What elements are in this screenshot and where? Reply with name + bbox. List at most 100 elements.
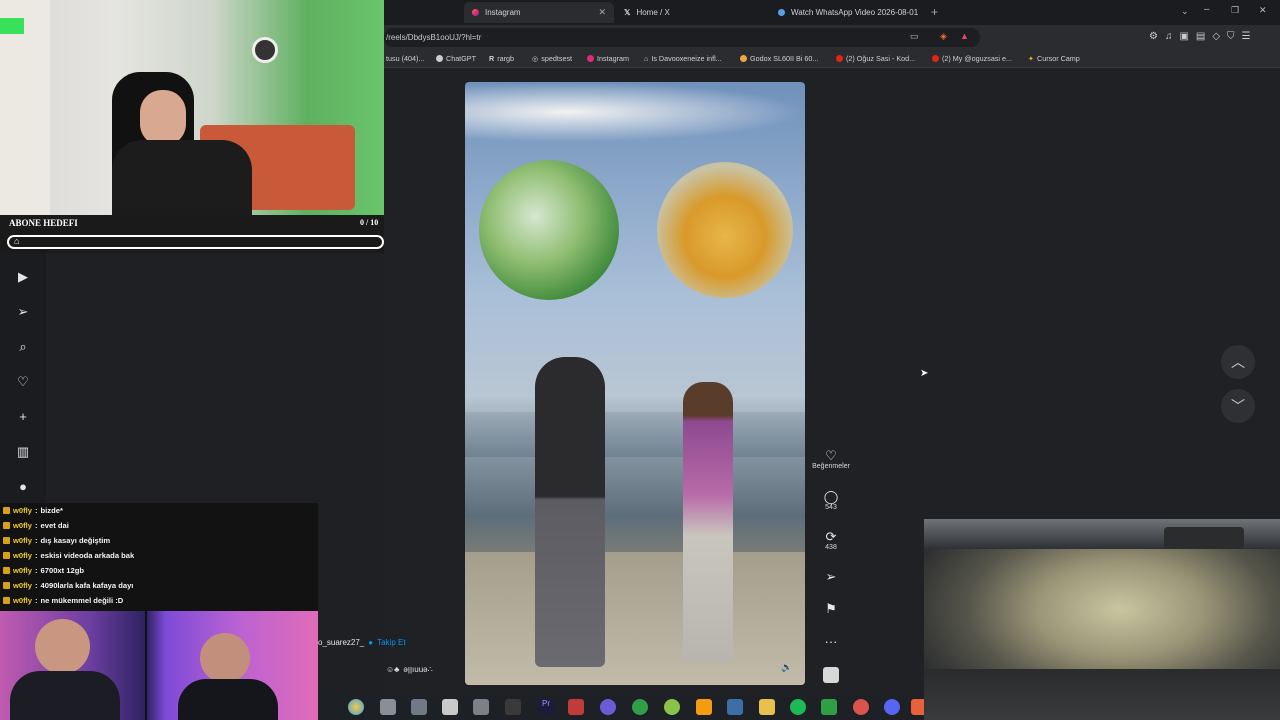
previous-reel-button[interactable]: ︿ xyxy=(1221,345,1255,379)
next-reel-button[interactable]: ﹀ xyxy=(1221,389,1255,423)
new-tab-button[interactable]: + xyxy=(931,5,938,19)
audio-thumbnail-icon xyxy=(823,667,839,683)
like-button[interactable]: ♡ Beğenmeler xyxy=(810,448,852,470)
bookmark-item[interactable]: tusu (404)... xyxy=(386,54,424,63)
chevron-up-icon: ︿ xyxy=(1231,354,1245,370)
instagram-icon xyxy=(587,55,594,62)
discord-icon[interactable] xyxy=(884,699,900,715)
tab-list-icon[interactable]: ⌄ xyxy=(1181,6,1189,17)
avatar-icon[interactable]: ● xyxy=(12,479,34,494)
bookmark-item[interactable]: ChatGPT xyxy=(436,54,476,63)
chat-message: w0fly: evet dai xyxy=(3,521,69,530)
chat-message: w0fly: dış kasayı değiştim xyxy=(3,536,110,545)
streamer-webcam xyxy=(0,0,384,215)
start-button-icon[interactable] xyxy=(348,699,364,715)
streamer-head xyxy=(140,90,186,146)
bookmark-label: Instagram xyxy=(597,54,629,63)
folder-icon[interactable] xyxy=(759,699,775,715)
r-icon: R xyxy=(489,54,495,63)
app-icon[interactable] xyxy=(568,699,584,715)
premiere-icon[interactable]: Pr xyxy=(538,699,554,715)
send-icon[interactable]: ➢ xyxy=(12,304,34,320)
close-window-button[interactable]: ✕ xyxy=(1259,5,1267,16)
xbox-icon[interactable] xyxy=(632,699,648,715)
follow-button[interactable]: Takip Et xyxy=(377,638,405,647)
save-button[interactable]: ⚑ xyxy=(810,601,852,616)
chat-message: w0fly:4090larla kafa kafaya dayı xyxy=(3,581,133,590)
app-icon[interactable] xyxy=(696,699,712,715)
plus-icon[interactable]: + xyxy=(12,409,34,424)
chat-user: w0fly xyxy=(13,566,32,575)
comment-button[interactable]: ◯ 543 xyxy=(810,489,852,511)
reel-video[interactable]: 🔈 xyxy=(465,82,805,685)
restore-button[interactable]: ❐ xyxy=(1231,5,1239,16)
app-icon[interactable] xyxy=(853,699,869,715)
bookmark-item[interactable]: Godox SL60II Bi 60... xyxy=(740,54,818,63)
bookmark-icon: ⚑ xyxy=(825,601,837,616)
reels-icon[interactable]: ▶ xyxy=(12,269,34,285)
address-bar[interactable]: /reels/DbdysB1ooUJ/?hl=tr ▭ ◈ ▲ xyxy=(384,28,980,47)
badge-icon xyxy=(3,567,10,574)
heart-icon[interactable]: ♡ xyxy=(12,374,34,390)
github-icon: ◎ xyxy=(532,54,539,63)
send-icon: ➢ xyxy=(825,569,837,584)
stats-icon[interactable]: ▥ xyxy=(12,444,34,460)
chat-text: eskisi videoda arkada bak xyxy=(40,551,135,560)
app-icon[interactable] xyxy=(380,699,396,715)
app-icon[interactable] xyxy=(664,699,680,715)
close-tab-icon[interactable]: ✕ xyxy=(598,7,606,18)
reel-caption[interactable]: ☺♣ ǝןןıuuǝ∴ xyxy=(386,665,433,674)
emoji-icons: ☺♣ xyxy=(386,665,400,674)
x-icon: 𝕏 xyxy=(624,8,631,17)
bookmark-label: Is Davooxeneize infl... xyxy=(651,54,722,63)
app-icon[interactable] xyxy=(442,699,458,715)
app-icon[interactable] xyxy=(821,699,837,715)
more-button[interactable]: ··· xyxy=(810,634,852,649)
toolbar-extension-icons[interactable]: ⚙♫▣▤◇⛉☰ xyxy=(1149,31,1258,42)
chat-message: w0fly: ne mükemmel değili :D xyxy=(3,596,123,605)
mute-icon[interactable]: 🔈 xyxy=(781,662,792,673)
more-icon: ··· xyxy=(824,634,838,649)
app-icon[interactable] xyxy=(600,699,616,715)
share-button[interactable]: ➢ xyxy=(810,569,852,584)
chat-user: w0fly xyxy=(13,536,32,545)
minimize-button[interactable]: – xyxy=(1204,4,1210,15)
chat-text: evet dai xyxy=(40,521,69,530)
bookmark-item[interactable]: Instagram xyxy=(587,54,629,63)
instagram-sidebar: ▶ ➢ ⌕ ♡ + ▥ ● xyxy=(0,253,46,503)
tab-whatsapp-video[interactable]: Watch WhatsApp Video 2026-08-01 xyxy=(770,2,930,23)
browser-tab-bar: Instagram ✕ 𝕏 Home / X Watch WhatsApp Vi… xyxy=(384,0,1280,25)
app-icon[interactable] xyxy=(473,699,489,715)
bookmark-item[interactable]: Rrargb xyxy=(489,54,514,63)
bookmark-item[interactable]: (2) My @oguzsasi e... xyxy=(932,54,1012,63)
brave-shield-icon[interactable]: ◈ xyxy=(940,31,947,42)
bookmark-item[interactable]: ⌂ Is Davooxeneize infl... xyxy=(644,54,722,63)
youtube-icon xyxy=(932,55,939,62)
search-icon[interactable]: ⌕ xyxy=(12,339,34,355)
guest-webcams xyxy=(0,611,318,720)
tab-instagram[interactable]: Instagram ✕ xyxy=(464,2,614,23)
tab-title: Home / X xyxy=(636,8,670,17)
tab-title: Watch WhatsApp Video 2026-08-01 xyxy=(791,8,919,17)
tab-x-home[interactable]: 𝕏 Home / X xyxy=(616,2,766,23)
chat-user: w0fly xyxy=(13,506,32,515)
spotify-icon[interactable] xyxy=(790,699,806,715)
badge-icon xyxy=(3,597,10,604)
bookmark-item[interactable]: ✦ Cursor Camp xyxy=(1028,54,1080,63)
chat-message: w0fly: eskisi videoda arkada bak xyxy=(3,551,134,560)
guest-two-body xyxy=(178,679,278,720)
repost-button[interactable]: ⟳ 438 xyxy=(810,529,852,551)
bookmark-item[interactable]: (2) Oğuz Sasi - Kod... xyxy=(836,54,915,63)
app-icon[interactable] xyxy=(411,699,427,715)
app-icon[interactable] xyxy=(505,699,521,715)
steam-icon[interactable] xyxy=(727,699,743,715)
brave-rewards-icon[interactable]: ▲ xyxy=(960,31,969,41)
bookmark-label: Cursor Camp xyxy=(1037,54,1080,63)
bookmark-item[interactable]: ◎ spedtsest xyxy=(532,54,572,63)
boy-figure xyxy=(683,382,733,662)
url-text: /reels/DbdysB1ooUJ/?hl=tr xyxy=(386,33,482,42)
chat-message: w0fly:6700xt 12gb xyxy=(3,566,84,575)
author-name[interactable]: o_suarez27_ xyxy=(318,638,364,647)
audio-button[interactable] xyxy=(810,667,852,683)
cast-icon[interactable]: ▭ xyxy=(910,31,919,42)
